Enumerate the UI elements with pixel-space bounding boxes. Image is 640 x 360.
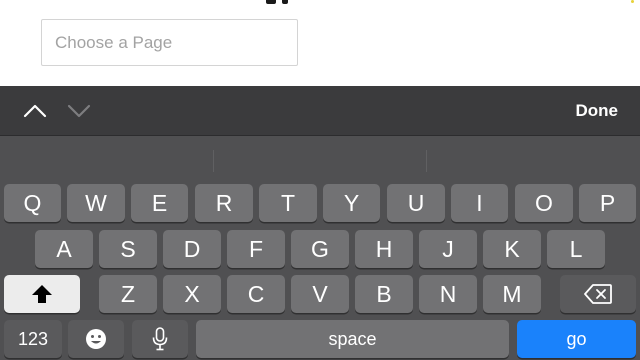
status-dot <box>631 0 634 3</box>
key-e[interactable]: E <box>131 184 188 222</box>
key-k[interactable]: K <box>483 230 541 268</box>
key-d[interactable]: D <box>163 230 221 268</box>
key-p[interactable]: P <box>579 184 636 222</box>
shift-icon <box>32 285 52 303</box>
backspace-icon <box>584 284 612 304</box>
key-n[interactable]: N <box>419 275 477 313</box>
key-a[interactable]: A <box>35 230 93 268</box>
key-x[interactable]: X <box>163 275 221 313</box>
key-c[interactable]: C <box>227 275 285 313</box>
predictive-divider <box>213 150 214 172</box>
dictation-key[interactable] <box>132 320 188 358</box>
key-v[interactable]: V <box>291 275 349 313</box>
key-h[interactable]: H <box>355 230 413 268</box>
key-g[interactable]: G <box>291 230 349 268</box>
microphone-icon <box>152 327 168 351</box>
key-b[interactable]: B <box>355 275 413 313</box>
go-key[interactable]: go <box>517 320 636 358</box>
key-s[interactable]: S <box>99 230 157 268</box>
choose-page-input[interactable] <box>41 19 298 66</box>
key-u[interactable]: U <box>387 184 445 222</box>
emoji-icon <box>86 329 106 349</box>
key-i[interactable]: I <box>451 184 508 222</box>
virtual-keyboard: Q W E R T Y U I O P A S D F G H J K L Z … <box>0 136 640 360</box>
page-content <box>0 0 640 86</box>
done-button[interactable]: Done <box>576 99 619 123</box>
key-t[interactable]: T <box>259 184 317 222</box>
space-key[interactable]: space <box>196 320 509 358</box>
key-z[interactable]: Z <box>99 275 157 313</box>
chevron-up-icon[interactable] <box>22 98 48 124</box>
key-j[interactable]: J <box>419 230 477 268</box>
chevron-down-icon[interactable] <box>66 98 92 124</box>
predictive-divider <box>426 150 427 172</box>
key-r[interactable]: R <box>195 184 253 222</box>
key-y[interactable]: Y <box>323 184 380 222</box>
key-q[interactable]: Q <box>4 184 61 222</box>
emoji-key[interactable] <box>68 320 124 358</box>
key-o[interactable]: O <box>515 184 573 222</box>
page-heading-fragment <box>220 0 300 6</box>
keyboard-accessory-bar: Done <box>0 86 640 136</box>
key-m[interactable]: M <box>483 275 541 313</box>
shift-key[interactable] <box>4 275 80 313</box>
key-w[interactable]: W <box>67 184 125 222</box>
key-f[interactable]: F <box>227 230 285 268</box>
numbers-key[interactable]: 123 <box>4 320 62 358</box>
backspace-key[interactable] <box>560 275 636 313</box>
key-l[interactable]: L <box>547 230 605 268</box>
